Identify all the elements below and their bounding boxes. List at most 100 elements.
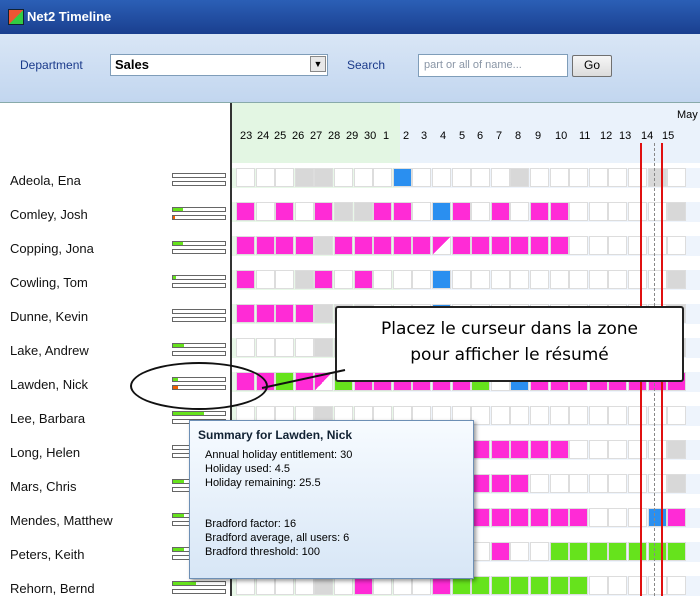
holiday-cell[interactable]	[255, 236, 275, 255]
holiday-cell[interactable]	[510, 474, 530, 493]
empty-day-cell[interactable]	[392, 270, 412, 289]
empty-day-cell[interactable]	[255, 202, 275, 221]
empty-day-cell[interactable]	[549, 474, 569, 493]
empty-day-cell[interactable]	[569, 168, 589, 187]
empty-day-cell[interactable]	[510, 202, 530, 221]
weekend-cell[interactable]	[510, 168, 530, 187]
holiday-cell[interactable]	[530, 202, 549, 221]
leave-cell[interactable]	[549, 576, 569, 595]
empty-day-cell[interactable]	[510, 406, 530, 425]
holiday-summary-bar[interactable]	[172, 581, 226, 595]
person-name[interactable]: Mendes, Matthew	[10, 513, 113, 528]
empty-day-cell[interactable]	[647, 576, 667, 595]
leave-cell[interactable]	[510, 576, 530, 595]
empty-day-cell[interactable]	[628, 440, 647, 459]
holiday-cell[interactable]	[490, 202, 510, 221]
empty-day-cell[interactable]	[353, 168, 373, 187]
person-name[interactable]: Dunne, Kevin	[10, 309, 88, 324]
holiday-cell[interactable]	[549, 440, 569, 459]
holiday-cell[interactable]	[471, 474, 491, 493]
person-name[interactable]: Adeola, Ena	[10, 173, 81, 188]
holiday-cell[interactable]	[334, 236, 353, 255]
person-name[interactable]: Peters, Keith	[10, 547, 84, 562]
weekend-cell[interactable]	[294, 168, 314, 187]
person-name[interactable]: Long, Helen	[10, 445, 80, 460]
holiday-cell[interactable]	[353, 236, 373, 255]
empty-day-cell[interactable]	[608, 474, 628, 493]
empty-day-cell[interactable]	[588, 168, 608, 187]
holiday-cell[interactable]	[471, 508, 491, 527]
person-name[interactable]: Mars, Chris	[10, 479, 76, 494]
holiday-cell[interactable]	[373, 202, 393, 221]
holiday-cell[interactable]	[490, 440, 510, 459]
empty-day-cell[interactable]	[334, 270, 353, 289]
search-input[interactable]: part or all of name...	[418, 54, 568, 77]
holiday-cell[interactable]	[471, 440, 491, 459]
holiday-cell[interactable]	[530, 440, 549, 459]
holiday-cell[interactable]	[549, 202, 569, 221]
empty-day-cell[interactable]	[510, 542, 530, 561]
go-button[interactable]: Go	[572, 55, 612, 77]
half-day-cell[interactable]	[432, 236, 451, 255]
person-name[interactable]: Lee, Barbara	[10, 411, 85, 426]
empty-day-cell[interactable]	[412, 168, 432, 187]
empty-day-cell[interactable]	[569, 270, 589, 289]
empty-day-cell[interactable]	[275, 270, 295, 289]
person-name[interactable]: Rehorn, Bernd	[10, 581, 95, 596]
empty-day-cell[interactable]	[628, 168, 647, 187]
holiday-cell[interactable]	[314, 270, 334, 289]
empty-day-cell[interactable]	[471, 270, 491, 289]
empty-day-cell[interactable]	[608, 270, 628, 289]
empty-day-cell[interactable]	[451, 270, 471, 289]
empty-day-cell[interactable]	[667, 406, 687, 425]
holiday-cell[interactable]	[294, 372, 314, 391]
empty-day-cell[interactable]	[608, 202, 628, 221]
empty-day-cell[interactable]	[255, 168, 275, 187]
person-name[interactable]: Copping, Jona	[10, 241, 94, 256]
weekend-cell[interactable]	[314, 304, 334, 323]
empty-day-cell[interactable]	[628, 508, 647, 527]
holiday-cell[interactable]	[510, 508, 530, 527]
person-name[interactable]: Lawden, Nick	[10, 377, 88, 392]
holiday-summary-bar[interactable]	[172, 343, 226, 357]
empty-day-cell[interactable]	[628, 474, 647, 493]
weekend-cell[interactable]	[647, 168, 667, 187]
holiday-cell[interactable]	[451, 202, 471, 221]
empty-day-cell[interactable]	[549, 168, 569, 187]
empty-day-cell[interactable]	[588, 474, 608, 493]
empty-day-cell[interactable]	[608, 508, 628, 527]
leave-cell[interactable]	[275, 372, 295, 391]
empty-day-cell[interactable]	[236, 338, 255, 357]
weekend-cell[interactable]	[334, 202, 353, 221]
empty-day-cell[interactable]	[667, 236, 687, 255]
weekend-cell[interactable]	[314, 236, 334, 255]
empty-day-cell[interactable]	[588, 440, 608, 459]
holiday-cell[interactable]	[490, 474, 510, 493]
person-name[interactable]: Cowling, Tom	[10, 275, 88, 290]
empty-day-cell[interactable]	[588, 508, 608, 527]
weekend-cell[interactable]	[667, 270, 687, 289]
weekend-cell[interactable]	[294, 270, 314, 289]
holiday-cell[interactable]	[471, 236, 491, 255]
empty-day-cell[interactable]	[471, 406, 491, 425]
empty-day-cell[interactable]	[608, 440, 628, 459]
holiday-cell[interactable]	[314, 202, 334, 221]
holiday-cell[interactable]	[255, 304, 275, 323]
holiday-cell[interactable]	[412, 236, 432, 255]
empty-day-cell[interactable]	[373, 270, 393, 289]
empty-day-cell[interactable]	[373, 168, 393, 187]
empty-day-cell[interactable]	[647, 474, 667, 493]
department-select[interactable]: Sales ▼	[110, 54, 328, 76]
empty-day-cell[interactable]	[549, 406, 569, 425]
empty-day-cell[interactable]	[628, 270, 647, 289]
empty-day-cell[interactable]	[647, 236, 667, 255]
leave-cell[interactable]	[569, 576, 589, 595]
holiday-cell[interactable]	[549, 508, 569, 527]
weekend-cell[interactable]	[667, 474, 687, 493]
empty-day-cell[interactable]	[569, 202, 589, 221]
empty-day-cell[interactable]	[588, 202, 608, 221]
empty-day-cell[interactable]	[255, 270, 275, 289]
holiday-cell[interactable]	[530, 508, 549, 527]
holiday-cell[interactable]	[490, 236, 510, 255]
holiday-cell[interactable]	[490, 542, 510, 561]
